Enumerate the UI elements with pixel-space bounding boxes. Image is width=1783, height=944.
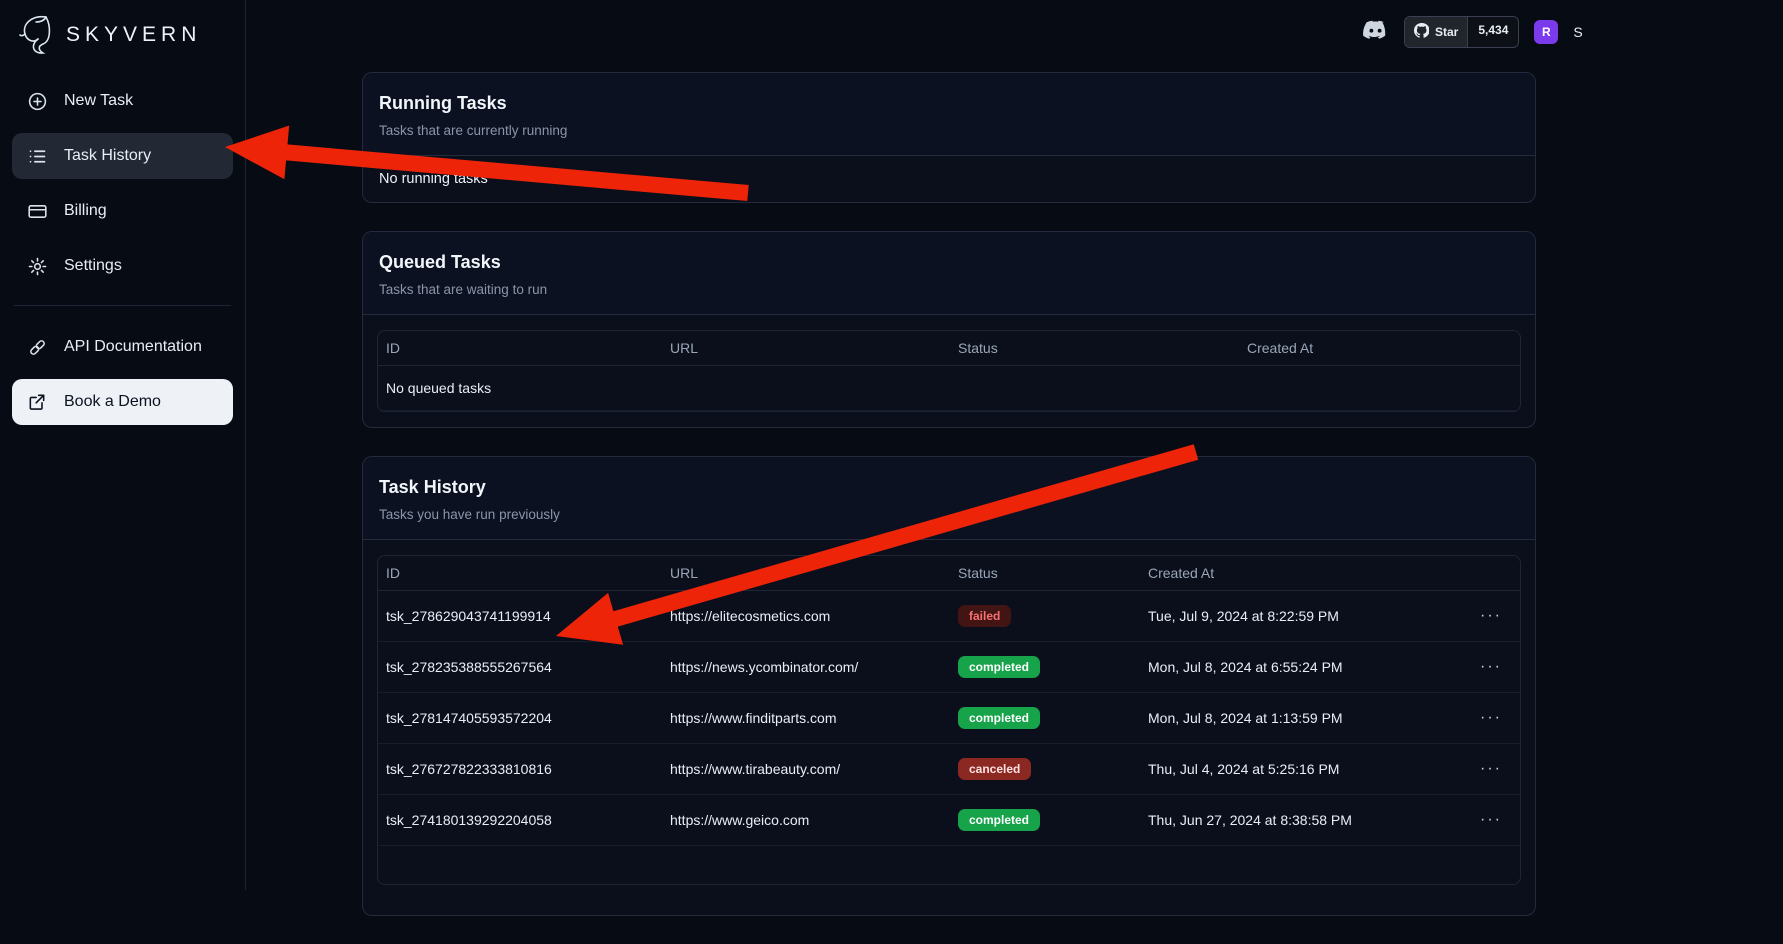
row-menu-button[interactable]: ··· — [1472, 809, 1510, 831]
task-created-at: Mon, Jul 8, 2024 at 1:13:59 PM — [1140, 693, 1464, 744]
task-row[interactable]: tsk_276727822333810816 https://www.tirab… — [378, 744, 1520, 795]
task-created-at: Mon, Jul 8, 2024 at 6:55:24 PM — [1140, 642, 1464, 693]
sidebar-label-new-task: New Task — [64, 92, 133, 110]
row-menu-button[interactable]: ··· — [1472, 656, 1510, 678]
sidebar-item-new-task[interactable]: New Task — [12, 78, 233, 124]
task-url: https://elitecosmetics.com — [662, 591, 950, 642]
sidebar-label-book-a-demo: Book a Demo — [64, 393, 161, 411]
task-history-subtitle: Tasks you have run previously — [379, 507, 1519, 522]
task-created-at: Thu, Jul 4, 2024 at 5:25:16 PM — [1140, 744, 1464, 795]
task-id: tsk_274180139292204058 — [378, 795, 662, 846]
sidebar: SKYVERN New Task Task History Billing — [0, 0, 246, 890]
history-table-header-row: ID URL Status Created At — [378, 556, 1520, 591]
discord-icon — [1362, 20, 1389, 44]
running-tasks-card: Running Tasks Tasks that are currently r… — [362, 72, 1536, 203]
task-row[interactable]: tsk_278235388555267564 https://news.ycom… — [378, 642, 1520, 693]
task-history-table: ID URL Status Created At tsk_27862904374… — [377, 555, 1521, 885]
task-created-at: Tue, Jul 9, 2024 at 8:22:59 PM — [1140, 591, 1464, 642]
brand-logo: SKYVERN — [12, 12, 233, 78]
credit-card-icon — [26, 200, 48, 222]
row-menu-button[interactable]: ··· — [1472, 605, 1510, 627]
queued-tasks-empty-state: No queued tasks — [378, 366, 1520, 411]
column-header-status: Status — [950, 556, 1140, 591]
task-history-header: Task History Tasks you have run previous… — [363, 457, 1535, 540]
sidebar-item-settings[interactable]: Settings — [12, 243, 233, 289]
queued-tasks-table: ID URL Status Created At No queued tasks — [377, 330, 1521, 412]
status-badge: failed — [958, 605, 1011, 627]
status-badge: completed — [958, 707, 1040, 729]
discord-button[interactable] — [1362, 20, 1389, 44]
status-badge: completed — [958, 656, 1040, 678]
row-menu-button[interactable]: ··· — [1472, 758, 1510, 780]
link-icon — [26, 336, 48, 358]
queued-tasks-title: Queued Tasks — [379, 252, 1519, 273]
task-url: https://www.geico.com — [662, 795, 950, 846]
sidebar-label-billing: Billing — [64, 202, 107, 220]
task-id: tsk_276727822333810816 — [378, 744, 662, 795]
sidebar-item-book-a-demo[interactable]: Book a Demo — [12, 379, 233, 425]
column-header-id: ID — [378, 556, 662, 591]
sidebar-label-api-documentation: API Documentation — [64, 338, 202, 356]
task-row[interactable]: tsk_274180139292204058 https://www.geico… — [378, 795, 1520, 846]
sidebar-item-task-history[interactable]: Task History — [12, 133, 233, 179]
column-header-actions — [1464, 556, 1520, 591]
task-url: https://www.finditparts.com — [662, 693, 950, 744]
github-star-label: Star — [1435, 25, 1458, 39]
running-tasks-title: Running Tasks — [379, 93, 1519, 114]
task-history-card: Task History Tasks you have run previous… — [362, 456, 1536, 916]
running-tasks-empty-state: No running tasks — [363, 156, 1535, 202]
sidebar-divider — [14, 305, 231, 306]
task-url: https://www.tirabeauty.com/ — [662, 744, 950, 795]
external-link-icon — [26, 391, 48, 413]
status-badge: completed — [958, 809, 1040, 831]
queued-tasks-subtitle: Tasks that are waiting to run — [379, 282, 1519, 297]
column-header-status: Status — [950, 331, 1239, 366]
skyvern-dragon-icon — [18, 14, 56, 56]
account-name-clipped[interactable]: S — [1573, 24, 1589, 40]
main-content: Running Tasks Tasks that are currently r… — [362, 72, 1536, 944]
list-icon — [26, 145, 48, 167]
column-header-created-at: Created At — [1239, 331, 1520, 366]
sidebar-label-settings: Settings — [64, 257, 122, 275]
task-history-title: Task History — [379, 477, 1519, 498]
queued-empty-row: No queued tasks — [378, 366, 1520, 411]
task-url: https://news.ycombinator.com/ — [662, 642, 950, 693]
gear-icon — [26, 255, 48, 277]
column-header-created-at: Created At — [1140, 556, 1464, 591]
row-menu-button[interactable]: ··· — [1472, 707, 1510, 729]
task-id: tsk_278629043741199914 — [378, 591, 662, 642]
task-row[interactable]: tsk_278147405593572204 https://www.findi… — [378, 693, 1520, 744]
github-icon — [1414, 23, 1429, 41]
sidebar-item-billing[interactable]: Billing — [12, 188, 233, 234]
task-created-at: Thu, Jun 27, 2024 at 8:38:58 PM — [1140, 795, 1464, 846]
sidebar-label-task-history: Task History — [64, 147, 151, 165]
topbar: Star 5,434 R S — [1362, 16, 1589, 48]
plus-circle-icon — [26, 90, 48, 112]
queued-tasks-header: Queued Tasks Tasks that are waiting to r… — [363, 232, 1535, 315]
github-star-button[interactable]: Star 5,434 — [1404, 16, 1519, 48]
task-id: tsk_278147405593572204 — [378, 693, 662, 744]
task-row[interactable]: tsk_278629043741199914 https://elitecosm… — [378, 591, 1520, 642]
sidebar-item-api-documentation[interactable]: API Documentation — [12, 324, 233, 370]
task-id: tsk_278235388555267564 — [378, 642, 662, 693]
github-star-count[interactable]: 5,434 — [1467, 17, 1518, 47]
brand-name: SKYVERN — [66, 23, 201, 47]
column-header-url: URL — [662, 331, 950, 366]
queued-tasks-card: Queued Tasks Tasks that are waiting to r… — [362, 231, 1536, 428]
running-tasks-header: Running Tasks Tasks that are currently r… — [363, 73, 1535, 156]
status-badge: canceled — [958, 758, 1031, 780]
running-tasks-subtitle: Tasks that are currently running — [379, 123, 1519, 138]
column-header-url: URL — [662, 556, 950, 591]
column-header-id: ID — [378, 331, 662, 366]
avatar[interactable]: R — [1534, 20, 1558, 44]
queued-table-header-row: ID URL Status Created At — [378, 331, 1520, 366]
